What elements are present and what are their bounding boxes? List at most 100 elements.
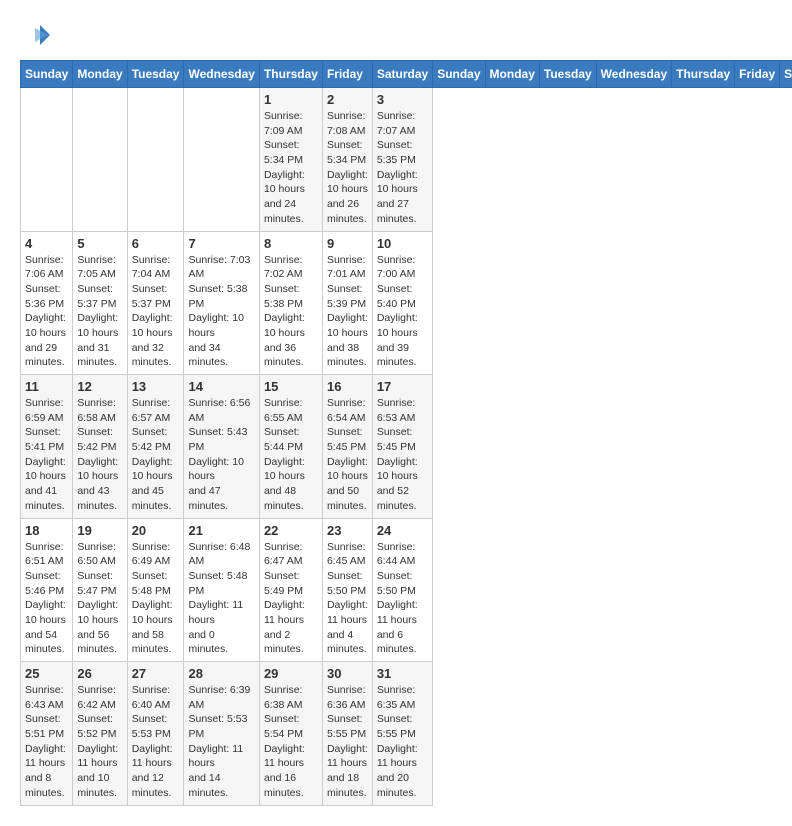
day-number: 9 <box>327 236 368 251</box>
day-header-friday: Friday <box>735 61 780 88</box>
day-info: Sunrise: 6:45 AMSunset: 5:50 PMDaylight:… <box>327 540 368 658</box>
calendar-cell: 4 Sunrise: 7:06 AMSunset: 5:36 PMDaylight… <box>21 231 73 375</box>
calendar-header-row: SundayMondayTuesdayWednesdayThursdayFrid… <box>21 61 792 88</box>
day-number: 27 <box>132 666 180 681</box>
day-number: 1 <box>264 92 318 107</box>
calendar-cell: 21 Sunrise: 6:48 AMSunset: 5:48 PMDayligh… <box>184 518 259 662</box>
calendar-cell: 3Sunrise: 7:07 AMSunset: 5:35 PMDaylight… <box>372 88 432 232</box>
day-info: Sunrise: 6:48 AMSunset: 5:48 PMDaylight:… <box>188 540 254 658</box>
day-info: Sunrise: 6:42 AMSunset: 5:52 PMDaylight:… <box>77 683 122 801</box>
day-header-wednesday: Wednesday <box>596 61 671 88</box>
calendar-cell: 15Sunrise: 6:55 AMSunset: 5:44 PMDayligh… <box>259 375 322 519</box>
calendar-cell: 20Sunrise: 6:49 AMSunset: 5:48 PMDayligh… <box>127 518 184 662</box>
day-number: 13 <box>132 379 180 394</box>
day-info: Sunrise: 6:55 AMSunset: 5:44 PMDaylight:… <box>264 396 318 514</box>
day-info: Sunrise: 6:51 AMSunset: 5:46 PMDaylight:… <box>25 540 68 658</box>
day-number: 12 <box>77 379 122 394</box>
day-header-saturday: Saturday <box>780 61 792 88</box>
day-info: Sunrise: 6:39 AMSunset: 5:53 PMDaylight:… <box>188 683 254 801</box>
calendar-week-5: 25Sunrise: 6:43 AMSunset: 5:51 PMDayligh… <box>21 662 792 806</box>
day-header-monday: Monday <box>485 61 539 88</box>
day-info: Sunrise: 7:05 AMSunset: 5:37 PMDaylight:… <box>77 253 122 371</box>
day-info: Sunrise: 6:38 AMSunset: 5:54 PMDaylight:… <box>264 683 318 801</box>
day-info: Sunrise: 6:44 AMSunset: 5:50 PMDaylight:… <box>377 540 428 658</box>
day-header-friday: Friday <box>322 61 372 88</box>
day-number: 25 <box>25 666 68 681</box>
calendar-cell: 16 Sunrise: 6:54 AMSunset: 5:45 PMDayligh… <box>322 375 372 519</box>
day-number: 22 <box>264 523 318 538</box>
day-number: 28 <box>188 666 254 681</box>
day-number: 14 <box>188 379 254 394</box>
calendar-cell: 24 Sunrise: 6:44 AMSunset: 5:50 PMDayligh… <box>372 518 432 662</box>
day-info: Sunrise: 7:01 AMSunset: 5:39 PMDaylight:… <box>327 253 368 371</box>
day-info: Sunrise: 6:40 AMSunset: 5:53 PMDaylight:… <box>132 683 180 801</box>
day-info: Sunrise: 6:54 AMSunset: 5:45 PMDaylight:… <box>327 396 368 514</box>
calendar-cell: 22 Sunrise: 6:47 AMSunset: 5:49 PMDayligh… <box>259 518 322 662</box>
day-header-thursday: Thursday <box>259 61 322 88</box>
day-header-sunday: Sunday <box>433 61 485 88</box>
day-info: Sunrise: 7:04 AMSunset: 5:37 PMDaylight:… <box>132 253 180 371</box>
calendar-cell: 14Sunrise: 6:56 AMSunset: 5:43 PMDayligh… <box>184 375 259 519</box>
day-number: 31 <box>377 666 428 681</box>
calendar-cell: 13 Sunrise: 6:57 AMSunset: 5:42 PMDayligh… <box>127 375 184 519</box>
day-number: 2 <box>327 92 368 107</box>
day-header-sunday: Sunday <box>21 61 73 88</box>
calendar-week-3: 11 Sunrise: 6:59 AMSunset: 5:41 PMDayligh… <box>21 375 792 519</box>
day-info: Sunrise: 7:03 AMSunset: 5:38 PMDaylight:… <box>188 253 254 371</box>
calendar-cell: 28 Sunrise: 6:39 AMSunset: 5:53 PMDayligh… <box>184 662 259 806</box>
calendar-cell: 26 Sunrise: 6:42 AMSunset: 5:52 PMDayligh… <box>73 662 127 806</box>
day-number: 26 <box>77 666 122 681</box>
calendar-cell: 23 Sunrise: 6:45 AMSunset: 5:50 PMDayligh… <box>322 518 372 662</box>
day-info: Sunrise: 6:49 AMSunset: 5:48 PMDaylight:… <box>132 540 180 658</box>
day-number: 6 <box>132 236 180 251</box>
day-number: 5 <box>77 236 122 251</box>
day-number: 17 <box>377 379 428 394</box>
calendar-week-2: 4 Sunrise: 7:06 AMSunset: 5:36 PMDaylight… <box>21 231 792 375</box>
day-info: Sunrise: 7:09 AMSunset: 5:34 PMDaylight:… <box>264 109 318 227</box>
calendar-cell <box>127 88 184 232</box>
day-info: Sunrise: 7:06 AMSunset: 5:36 PMDaylight:… <box>25 253 68 371</box>
day-number: 30 <box>327 666 368 681</box>
day-info: Sunrise: 7:08 AMSunset: 5:34 PMDaylight:… <box>327 109 368 227</box>
calendar-cell: 27 Sunrise: 6:40 AMSunset: 5:53 PMDayligh… <box>127 662 184 806</box>
day-number: 16 <box>327 379 368 394</box>
calendar-table: SundayMondayTuesdayWednesdayThursdayFrid… <box>20 60 792 806</box>
calendar-cell: 8Sunrise: 7:02 AMSunset: 5:38 PMDaylight… <box>259 231 322 375</box>
day-number: 24 <box>377 523 428 538</box>
day-number: 7 <box>188 236 254 251</box>
day-info: Sunrise: 7:02 AMSunset: 5:38 PMDaylight:… <box>264 253 318 371</box>
calendar-cell: 7 Sunrise: 7:03 AMSunset: 5:38 PMDaylight… <box>184 231 259 375</box>
day-number: 29 <box>264 666 318 681</box>
calendar-cell: 30 Sunrise: 6:36 AMSunset: 5:55 PMDayligh… <box>322 662 372 806</box>
day-info: Sunrise: 6:57 AMSunset: 5:42 PMDaylight:… <box>132 396 180 514</box>
calendar-cell: 1 Sunrise: 7:09 AMSunset: 5:34 PMDaylight… <box>259 88 322 232</box>
day-header-tuesday: Tuesday <box>539 61 596 88</box>
calendar-cell: 17Sunrise: 6:53 AMSunset: 5:45 PMDayligh… <box>372 375 432 519</box>
calendar-cell: 10Sunrise: 7:00 AMSunset: 5:40 PMDayligh… <box>372 231 432 375</box>
logo <box>20 20 54 50</box>
day-info: Sunrise: 6:58 AMSunset: 5:42 PMDaylight:… <box>77 396 122 514</box>
day-info: Sunrise: 7:07 AMSunset: 5:35 PMDaylight:… <box>377 109 428 227</box>
day-info: Sunrise: 6:35 AMSunset: 5:55 PMDaylight:… <box>377 683 428 801</box>
calendar-cell: 25Sunrise: 6:43 AMSunset: 5:51 PMDayligh… <box>21 662 73 806</box>
calendar-cell: 19Sunrise: 6:50 AMSunset: 5:47 PMDayligh… <box>73 518 127 662</box>
day-info: Sunrise: 6:36 AMSunset: 5:55 PMDaylight:… <box>327 683 368 801</box>
calendar-cell: 9 Sunrise: 7:01 AMSunset: 5:39 PMDaylight… <box>322 231 372 375</box>
day-number: 21 <box>188 523 254 538</box>
day-number: 23 <box>327 523 368 538</box>
calendar-week-4: 18Sunrise: 6:51 AMSunset: 5:46 PMDayligh… <box>21 518 792 662</box>
calendar-cell: 2 Sunrise: 7:08 AMSunset: 5:34 PMDaylight… <box>322 88 372 232</box>
page-header <box>20 20 772 50</box>
calendar-cell: 29 Sunrise: 6:38 AMSunset: 5:54 PMDayligh… <box>259 662 322 806</box>
calendar-cell <box>21 88 73 232</box>
day-info: Sunrise: 6:59 AMSunset: 5:41 PMDaylight:… <box>25 396 68 514</box>
day-info: Sunrise: 6:47 AMSunset: 5:49 PMDaylight:… <box>264 540 318 658</box>
day-number: 4 <box>25 236 68 251</box>
calendar-week-1: 1 Sunrise: 7:09 AMSunset: 5:34 PMDaylight… <box>21 88 792 232</box>
day-number: 19 <box>77 523 122 538</box>
day-number: 11 <box>25 379 68 394</box>
day-header-wednesday: Wednesday <box>184 61 259 88</box>
logo-icon <box>20 20 50 50</box>
calendar-cell: 6 Sunrise: 7:04 AMSunset: 5:37 PMDaylight… <box>127 231 184 375</box>
day-header-saturday: Saturday <box>372 61 432 88</box>
